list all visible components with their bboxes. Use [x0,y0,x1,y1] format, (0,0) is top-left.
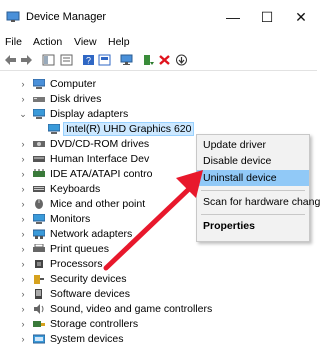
tree-item-display-adapters[interactable]: ⌄ Display adapters [0,107,317,121]
menu-item-disable-device[interactable]: Disable device [197,153,309,169]
tree-item-label: Intel(R) UHD Graphics 620 [63,122,195,136]
menu-item-label: Disable device [203,155,272,167]
tree-item-label: System devices [50,333,124,345]
printer-icon [33,244,45,252]
minimize-button[interactable]: — [218,6,248,28]
computer-icon [33,79,45,89]
tree-item-label: DVD/CD-ROM drives [50,138,150,150]
expand-arrow-icon[interactable]: › [18,182,28,196]
menu-item-uninstall-device[interactable]: Uninstall device [197,170,309,186]
expand-arrow-icon[interactable]: › [18,137,28,151]
tree-item-label: IDE ATA/ATAPI contro [50,168,153,180]
menu-item-label: Scan for hardware changes [203,196,320,208]
expand-arrow-icon[interactable]: › [18,212,28,226]
tree-item-label: Computer [50,78,97,90]
mouse-icon [35,199,43,209]
tree-item-computer[interactable]: › Computer [0,77,317,91]
expand-arrow-icon[interactable]: › [18,242,28,256]
expand-arrow-icon[interactable]: › [18,197,28,211]
expand-arrow-icon[interactable]: › [18,227,28,241]
tree-item-label: Monitors [50,213,91,225]
menu-item-label: Update driver [203,139,267,151]
menu-file[interactable]: File [5,36,22,48]
expand-arrow-icon[interactable]: › [18,287,28,301]
system-device-icon [33,334,45,344]
menu-view[interactable]: View [74,36,97,48]
tree-item-label: Security devices [50,273,127,285]
expand-arrow-icon[interactable]: › [18,152,28,166]
display-adapter-icon [33,109,45,119]
menu-item-update-driver[interactable]: Update driver [197,137,309,153]
update-driver-icon[interactable] [142,54,155,66]
back-icon[interactable] [4,54,17,66]
expand-arrow-icon[interactable]: › [18,92,28,106]
expand-arrow-icon[interactable]: › [18,272,28,286]
menu-help[interactable]: Help [108,36,130,48]
help-icon[interactable]: ? [82,54,95,66]
forward-icon[interactable] [20,54,33,66]
sound-icon [34,304,44,314]
menu-separator [201,190,305,191]
close-button[interactable]: ✕ [286,6,316,28]
security-icon [34,275,44,284]
display-adapter-icon [48,124,60,134]
software-device-icon [35,289,42,299]
storage-controller-icon [33,321,45,327]
monitor-icon[interactable] [120,54,133,66]
scan-download-icon[interactable] [175,54,188,66]
tree-item-label: Keyboards [50,183,101,195]
driver-details-icon[interactable] [98,54,111,66]
menu-item-properties[interactable]: Properties [197,218,309,234]
processor-icon [35,260,43,268]
maximize-button[interactable]: ☐ [252,6,282,28]
expand-arrow-icon[interactable]: › [18,257,28,271]
expand-arrow-icon[interactable]: › [18,77,28,91]
monitor-icon [33,214,45,224]
toolbar: ? [0,50,317,71]
expand-arrow-icon[interactable]: › [18,302,28,316]
tree-item-label: Display adapters [50,108,129,120]
tree-item-security-devices[interactable]: › Security devices [0,272,317,286]
menu-action[interactable]: Action [33,36,62,48]
show-hide-tree-icon[interactable] [42,54,55,66]
expand-arrow-icon[interactable]: › [18,167,28,181]
tree-item-label: Storage controllers [50,318,139,330]
tree-item-label: Print queues [50,243,109,255]
uninstall-x-icon[interactable] [158,54,171,66]
context-menu: Update driver Disable device Uninstall d… [196,134,320,242]
hid-icon [33,156,45,162]
tree-item-label: Network adapters [50,228,133,240]
menu-item-label: Uninstall device [203,172,277,184]
properties-icon[interactable] [60,54,73,66]
expand-arrow-icon[interactable]: › [18,317,28,331]
tree-item-storage-controllers[interactable]: › Storage controllers [0,317,317,331]
menu-bar: File Action View Help [0,34,317,50]
disk-drive-icon [33,97,45,102]
ide-controller-icon [33,169,45,177]
tree-item-label: Software devices [50,288,130,300]
menu-separator [201,214,305,215]
collapse-arrow-icon[interactable]: ⌄ [18,107,28,121]
window-title: Device Manager [26,11,107,23]
menu-item-label: Properties [203,220,255,232]
menu-item-scan-hardware[interactable]: Scan for hardware changes [197,194,320,210]
tree-item-label: Processors [50,258,103,270]
device-manager-icon [6,11,20,22]
tree-item-print-queues[interactable]: › Print queues [0,242,317,256]
tree-item-processors[interactable]: › Processors [0,257,317,271]
network-adapter-icon [33,229,45,239]
tree-item-disk-drives[interactable]: › Disk drives [0,92,317,106]
tree-item-label: Human Interface Dev [50,153,150,165]
tree-item-label: Disk drives [50,93,102,105]
svg-text:?: ? [86,56,91,66]
tree-item-label: Mice and other point [50,198,146,210]
tree-item-label: Sound, video and game controllers [50,303,213,315]
tree-item-software-devices[interactable]: › Software devices [0,287,317,301]
tree-item-sound-video[interactable]: › Sound, video and game controllers [0,302,317,316]
title-bar: Device Manager — ☐ ✕ [0,0,317,34]
dvd-drive-icon [33,141,45,147]
keyboard-icon [33,186,45,192]
